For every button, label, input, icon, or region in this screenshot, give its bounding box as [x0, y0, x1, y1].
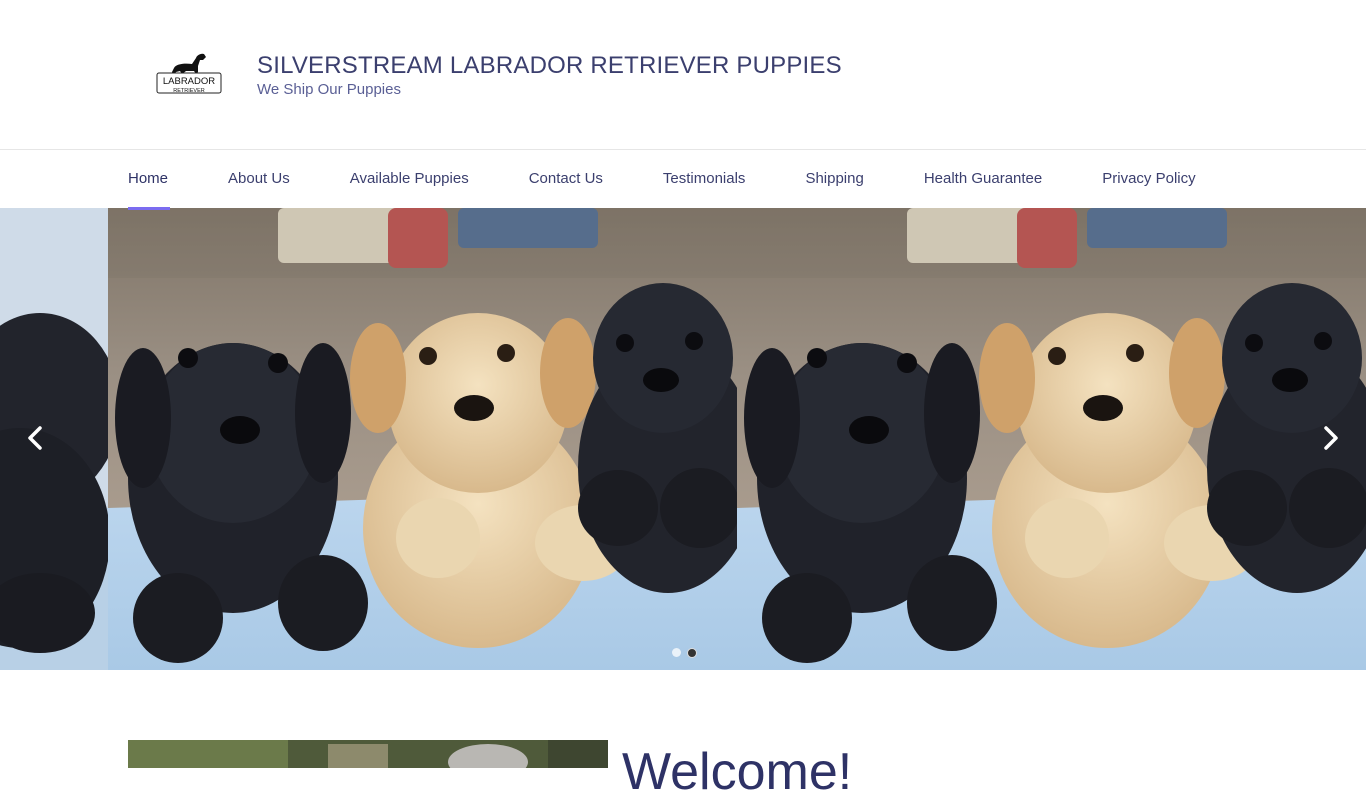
logo-text-top: LABRADOR: [163, 76, 215, 87]
nav-item-about-us[interactable]: About Us: [228, 150, 290, 208]
slider-dot-1[interactable]: [672, 648, 681, 657]
nav-item-privacy-policy[interactable]: Privacy Policy: [1102, 150, 1195, 208]
hero-slider[interactable]: [0, 208, 1366, 670]
nav-item-contact-us[interactable]: Contact Us: [529, 150, 603, 208]
slider-dot-2[interactable]: [687, 648, 697, 658]
nav-active-indicator: [128, 207, 170, 210]
nav-item-available-puppies[interactable]: Available Puppies: [350, 150, 469, 208]
three-labrador-puppies-photo: [0, 208, 108, 670]
logo-text-bottom: RETRIEVER: [173, 88, 205, 94]
nav-item-testimonials[interactable]: Testimonials: [663, 150, 746, 208]
slider-dots: [672, 648, 697, 658]
chevron-right-icon: [1324, 426, 1338, 450]
nav-item-home[interactable]: Home: [128, 150, 168, 208]
nav-item-health-guarantee[interactable]: Health Guarantee: [924, 150, 1042, 208]
slide-current: [108, 208, 737, 670]
slider-next-button[interactable]: [1312, 420, 1348, 456]
welcome-photo: [128, 740, 608, 768]
nav-list: Home About Us Available Puppies Contact …: [128, 150, 1256, 208]
three-labrador-puppies-photo: [108, 208, 737, 670]
labrador-logo[interactable]: LABRADOR RETRIEVER: [156, 50, 222, 96]
slider-prev-button[interactable]: [18, 420, 54, 456]
site-title[interactable]: SILVERSTREAM LABRADOR RETRIEVER PUPPIES: [257, 52, 842, 80]
three-labrador-puppies-photo: [737, 208, 1366, 670]
site-header: LABRADOR RETRIEVER SILVERSTREAM LABRADOR…: [0, 0, 1366, 149]
main-navigation: Home About Us Available Puppies Contact …: [0, 149, 1366, 209]
slide-previous: [0, 208, 108, 670]
chevron-left-icon: [28, 426, 42, 450]
nav-item-shipping[interactable]: Shipping: [805, 150, 863, 208]
welcome-heading: Welcome!: [622, 743, 853, 801]
site-tagline: We Ship Our Puppies: [257, 81, 401, 98]
slide-next: [737, 208, 1366, 670]
